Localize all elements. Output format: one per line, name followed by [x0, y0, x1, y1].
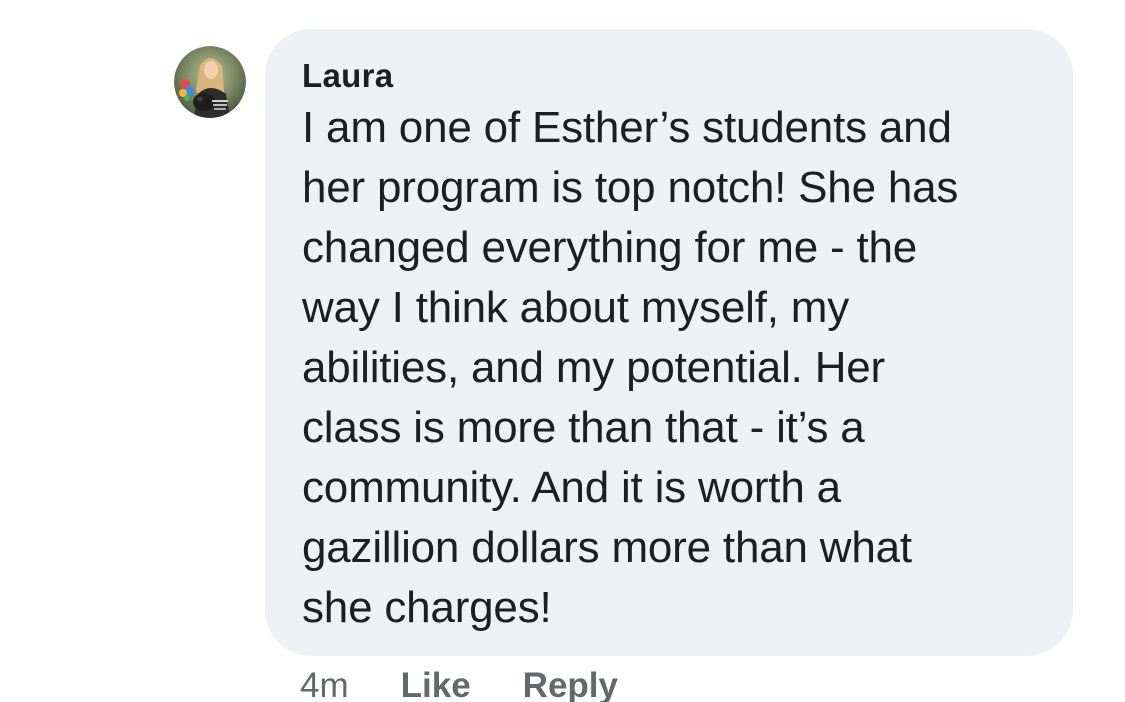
reply-button[interactable]: Reply	[523, 666, 618, 702]
comment-author[interactable]: Laura	[302, 56, 1043, 96]
comment-actions: 4m Like Reply	[300, 664, 670, 702]
like-button[interactable]: Like	[401, 666, 471, 702]
comment-bubble: Laura I am one of Esther’s students and …	[265, 29, 1073, 656]
comment: Laura I am one of Esther’s students and …	[0, 0, 1125, 702]
comment-timestamp[interactable]: 4m	[300, 666, 349, 702]
profile-photo-icon	[174, 46, 246, 118]
comment-text: I am one of Esther’s students and her pr…	[302, 103, 959, 632]
avatar[interactable]	[174, 46, 246, 118]
